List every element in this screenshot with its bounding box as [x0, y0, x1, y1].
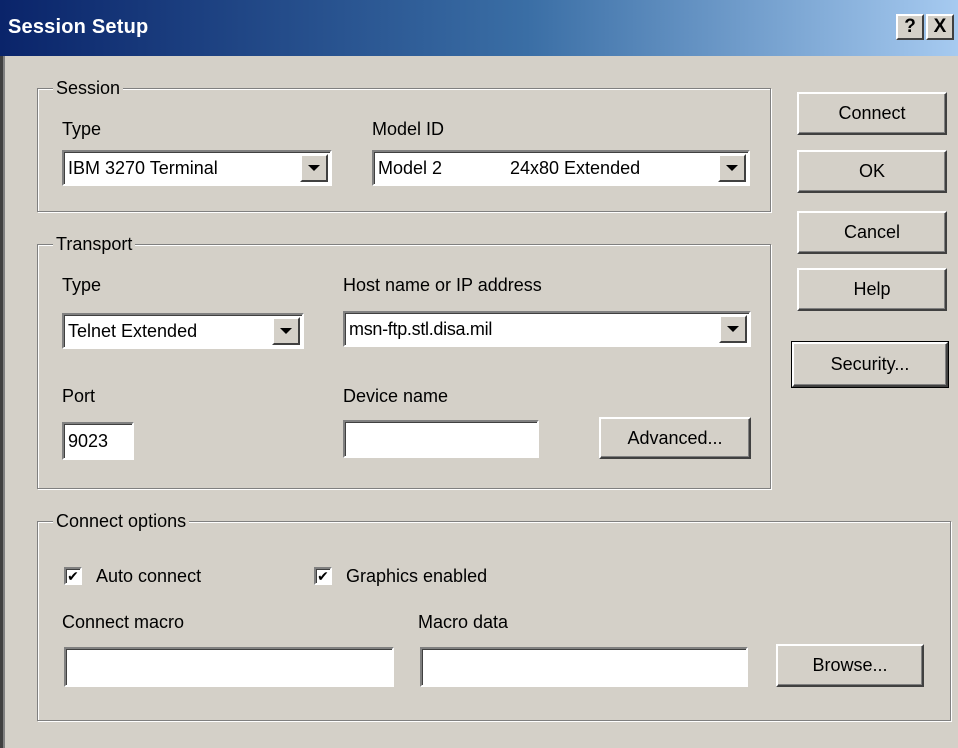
graphics-enabled-label[interactable]: Graphics enabled: [346, 566, 487, 586]
transport-group-legend: Transport: [53, 234, 136, 254]
check-icon: ✔: [67, 568, 79, 584]
connect-macro-label: Connect macro: [62, 612, 185, 632]
connect-macro-input[interactable]: [64, 647, 394, 687]
advanced-button[interactable]: Advanced...: [599, 417, 751, 459]
check-icon: ✔: [317, 568, 329, 584]
host-label: Host name or IP address: [343, 275, 542, 295]
macro-data-label: Macro data: [418, 612, 509, 632]
security-button[interactable]: Security...: [791, 341, 949, 388]
session-type-value: IBM 3270 Terminal: [68, 157, 218, 178]
chevron-down-icon: [308, 165, 320, 171]
cancel-button[interactable]: Cancel: [797, 211, 947, 254]
connect-button[interactable]: Connect: [797, 92, 947, 135]
close-title-button[interactable]: X: [926, 14, 954, 40]
graphics-enabled-checkbox[interactable]: ✔: [314, 567, 332, 585]
port-label: Port: [62, 386, 96, 406]
port-value: 9023: [68, 430, 109, 451]
chevron-down-icon: [280, 328, 292, 334]
transport-type-dropdown-button[interactable]: [272, 317, 300, 345]
model-id-value: Model 2: [378, 157, 443, 178]
transport-type-dropdown[interactable]: Telnet Extended: [62, 313, 304, 349]
transport-type-label: Type: [62, 275, 102, 295]
help-title-button[interactable]: ?: [896, 14, 924, 40]
host-combobox[interactable]: msn-ftp.stl.disa.mil: [343, 311, 751, 347]
connect-options-legend: Connect options: [53, 511, 190, 531]
window-left-border-inner: [3, 56, 5, 748]
transport-type-value: Telnet Extended: [68, 320, 198, 341]
model-id-label: Model ID: [372, 119, 445, 139]
dialog-title: Session Setup: [8, 16, 149, 38]
browse-button[interactable]: Browse...: [776, 644, 924, 687]
model-id-dropdown[interactable]: Model 2 24x80 Extended: [372, 150, 750, 186]
model-id-dropdown-button[interactable]: [718, 154, 746, 182]
help-button[interactable]: Help: [797, 268, 947, 311]
ok-button[interactable]: OK: [797, 150, 947, 193]
host-dropdown-button[interactable]: [719, 315, 747, 343]
chevron-down-icon: [727, 326, 739, 332]
port-input[interactable]: 9023: [62, 422, 134, 460]
session-type-dropdown[interactable]: IBM 3270 Terminal: [62, 150, 332, 186]
session-type-dropdown-button[interactable]: [300, 154, 328, 182]
session-type-label: Type: [62, 119, 102, 139]
device-name-input[interactable]: [343, 420, 539, 458]
session-group-legend: Session: [53, 78, 124, 98]
model-id-value-detail: 24x80 Extended: [510, 157, 641, 178]
device-name-label: Device name: [343, 386, 449, 406]
auto-connect-checkbox[interactable]: ✔: [64, 567, 82, 585]
chevron-down-icon: [726, 165, 738, 171]
macro-data-input[interactable]: [420, 647, 748, 687]
host-value: msn-ftp.stl.disa.mil: [349, 318, 493, 339]
auto-connect-label[interactable]: Auto connect: [96, 566, 201, 586]
